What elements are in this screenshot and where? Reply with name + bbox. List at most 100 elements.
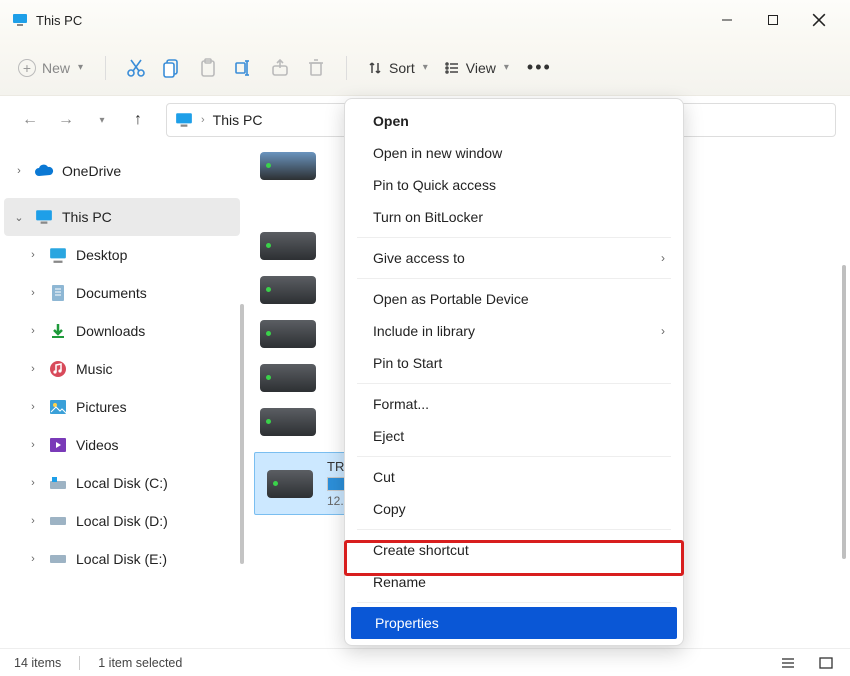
context-menu-item[interactable]: Cut	[349, 461, 679, 493]
sidebar-label: Desktop	[76, 247, 127, 263]
toolbar-divider	[105, 56, 106, 80]
chevron-down-icon: ▾	[78, 62, 83, 73]
status-divider	[79, 656, 80, 670]
thumbnails-view-button[interactable]	[816, 655, 836, 671]
download-icon	[48, 321, 68, 341]
context-menu-divider	[357, 602, 671, 603]
drive-icon	[260, 364, 316, 392]
drive-icon	[260, 320, 316, 348]
breadcrumb-separator: ›	[201, 114, 205, 126]
sidebar-item-disk-e[interactable]: › Local Disk (E:)	[4, 540, 240, 578]
cut-icon[interactable]	[118, 58, 154, 78]
music-icon	[48, 359, 68, 379]
video-icon	[48, 435, 68, 455]
sidebar-item-disk-d[interactable]: › Local Disk (D:)	[4, 502, 240, 540]
drive-icon	[260, 232, 316, 260]
desktop-icon	[48, 245, 68, 265]
context-menu-divider	[357, 383, 671, 384]
toolbar: + New ▾ Sort ▾ View ▾ •••	[0, 40, 850, 96]
context-menu-item[interactable]: Copy	[349, 493, 679, 525]
view-button[interactable]: View ▾	[436, 54, 517, 82]
new-button[interactable]: + New ▾	[8, 53, 93, 83]
content-scrollbar[interactable]	[842, 265, 846, 559]
breadcrumb-location[interactable]: This PC	[213, 112, 263, 128]
chevron-right-icon[interactable]: ›	[26, 287, 40, 299]
sidebar-item-this-pc[interactable]: ⌄ This PC	[4, 198, 240, 236]
sidebar-label: Downloads	[76, 323, 145, 339]
details-view-button[interactable]	[778, 655, 798, 671]
chevron-right-icon[interactable]: ›	[26, 439, 40, 451]
context-menu-item[interactable]: Pin to Quick access	[349, 169, 679, 201]
pc-icon	[34, 207, 54, 227]
context-menu-item[interactable]: Include in library›	[349, 315, 679, 347]
disk-icon	[48, 511, 68, 531]
chevron-right-icon[interactable]: ›	[26, 363, 40, 375]
context-menu-item[interactable]: Turn on BitLocker	[349, 201, 679, 233]
cloud-icon	[34, 161, 54, 181]
sidebar-item-desktop[interactable]: › Desktop	[4, 236, 240, 274]
maximize-button[interactable]	[750, 4, 796, 36]
chevron-down-icon: ▾	[423, 62, 428, 73]
status-selection: 1 item selected	[98, 656, 182, 670]
context-menu-item[interactable]: Eject	[349, 420, 679, 452]
chevron-down-icon: ▾	[504, 62, 509, 73]
view-label: View	[466, 60, 496, 76]
sidebar-item-disk-c[interactable]: › Local Disk (C:)	[4, 464, 240, 502]
context-menu-item[interactable]: Give access to›	[349, 242, 679, 274]
context-menu-item[interactable]: Format...	[349, 388, 679, 420]
context-menu-item[interactable]: Open	[349, 105, 679, 137]
context-menu-divider	[357, 456, 671, 457]
sort-button[interactable]: Sort ▾	[359, 54, 436, 82]
chevron-right-icon[interactable]: ›	[26, 515, 40, 527]
paste-icon	[190, 58, 226, 78]
forward-button[interactable]: →	[50, 104, 82, 136]
minimize-button[interactable]	[704, 4, 750, 36]
chevron-down-icon[interactable]: ⌄	[12, 211, 26, 224]
context-menu-item[interactable]: Rename	[349, 566, 679, 598]
new-label: New	[42, 60, 70, 76]
chevron-right-icon[interactable]: ›	[26, 477, 40, 489]
status-bar: 14 items 1 item selected	[0, 648, 850, 676]
chevron-right-icon[interactable]: ›	[26, 401, 40, 413]
chevron-right-icon[interactable]: ›	[12, 165, 26, 177]
chevron-right-icon[interactable]: ›	[26, 249, 40, 261]
rename-icon[interactable]	[226, 58, 262, 78]
sidebar-label: Videos	[76, 437, 119, 453]
disk-icon	[48, 473, 68, 493]
drive-icon	[267, 470, 313, 498]
status-item-count: 14 items	[14, 656, 61, 670]
sidebar-label: Local Disk (D:)	[76, 513, 168, 529]
sidebar-label: Pictures	[76, 399, 127, 415]
sidebar-label: Music	[76, 361, 113, 377]
chevron-right-icon[interactable]: ›	[26, 553, 40, 565]
recent-button[interactable]: ▾	[86, 104, 118, 136]
sidebar-label: Local Disk (E:)	[76, 551, 167, 567]
context-menu-item[interactable]: Open in new window	[349, 137, 679, 169]
drive-icon	[260, 408, 316, 436]
up-button[interactable]: ↑	[122, 104, 154, 136]
sidebar-item-onedrive[interactable]: › OneDrive	[4, 152, 240, 190]
sidebar-item-downloads[interactable]: › Downloads	[4, 312, 240, 350]
context-menu-item[interactable]: Open as Portable Device	[349, 283, 679, 315]
back-button[interactable]: ←	[14, 104, 46, 136]
copy-icon[interactable]	[154, 58, 190, 78]
sidebar-label: This PC	[62, 209, 112, 225]
sidebar-item-documents[interactable]: › Documents	[4, 274, 240, 312]
context-menu-item[interactable]: Pin to Start	[349, 347, 679, 379]
sort-icon	[367, 60, 383, 76]
context-menu-item[interactable]: Create shortcut	[349, 534, 679, 566]
sidebar-item-pictures[interactable]: › Pictures	[4, 388, 240, 426]
chevron-right-icon[interactable]: ›	[26, 325, 40, 337]
sidebar-item-videos[interactable]: › Videos	[4, 426, 240, 464]
drive-icon	[260, 152, 316, 180]
context-menu-item[interactable]: Properties	[351, 607, 677, 639]
sidebar-item-music[interactable]: › Music	[4, 350, 240, 388]
close-button[interactable]	[796, 4, 842, 36]
more-button[interactable]: •••	[517, 57, 562, 78]
delete-icon	[298, 58, 334, 78]
context-menu: OpenOpen in new windowPin to Quick acces…	[344, 98, 684, 646]
sort-label: Sort	[389, 60, 415, 76]
chevron-right-icon: ›	[661, 324, 665, 338]
sidebar-label: OneDrive	[62, 163, 121, 179]
context-menu-divider	[357, 278, 671, 279]
